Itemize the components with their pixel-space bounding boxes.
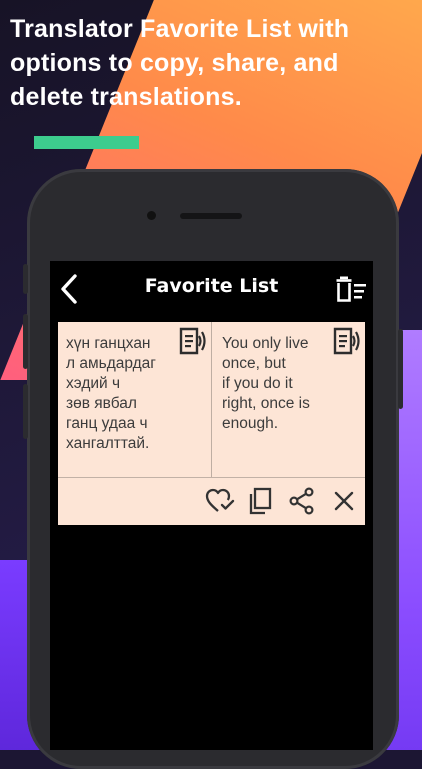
translated-text: You only live once, but if you do it rig… (222, 335, 310, 432)
app-bar: Favorite List (50, 261, 373, 317)
clear-all-icon (335, 275, 367, 303)
heart-check-icon (205, 488, 235, 514)
speaker-icon (177, 326, 207, 356)
favorite-card: хүн ганцхан л амьдардаг хэдий ч зөв явба… (58, 322, 365, 525)
close-icon (333, 490, 355, 512)
page-title: Favorite List (144, 275, 279, 297)
share-icon (289, 487, 315, 515)
phone-speaker (180, 213, 242, 219)
translation-speak-button[interactable] (331, 326, 361, 356)
phone-volume-down (23, 384, 28, 439)
clear-all-button[interactable] (333, 273, 369, 305)
app-screen: Favorite List хүн ганцхан л амьдардаг хэ… (50, 261, 373, 750)
promo-caption: Translator Favorite List with options to… (10, 15, 350, 111)
delete-button[interactable] (328, 485, 360, 517)
phone-volume-up (23, 314, 28, 369)
phone-power-button (398, 329, 403, 409)
phone-mute-switch (23, 264, 28, 294)
pane-divider (211, 322, 212, 477)
translation-pane: You only live once, but if you do it rig… (213, 322, 365, 477)
share-button[interactable] (286, 485, 318, 517)
speaker-icon (331, 326, 361, 356)
source-speak-button[interactable] (177, 326, 207, 356)
copy-button[interactable] (244, 485, 276, 517)
phone-camera (147, 211, 156, 220)
favorite-button[interactable] (204, 485, 236, 517)
source-pane: хүн ганцхан л амьдардаг хэдий ч зөв явба… (58, 322, 211, 477)
source-text: хүн ганцхан л амьдардаг хэдий ч зөв явба… (66, 335, 156, 452)
copy-icon (247, 487, 273, 515)
accent-bar (34, 136, 139, 149)
card-actions (58, 478, 365, 525)
